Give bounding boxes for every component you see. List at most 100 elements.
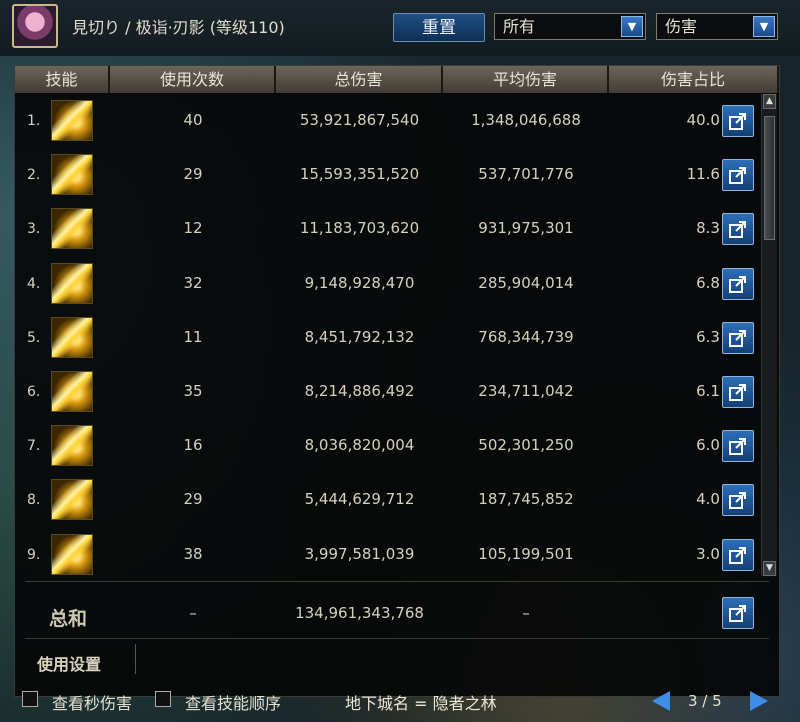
row-total-damage: 8,036,820,004: [304, 436, 415, 455]
row-share-button[interactable]: [722, 321, 754, 354]
row-avg-damage: 537,701,776: [478, 165, 574, 184]
row-share-button[interactable]: [722, 484, 754, 517]
row-rank: 2.: [27, 167, 41, 184]
row-avg-damage: 234,711,042: [478, 382, 574, 400]
share-icon: [729, 605, 746, 622]
row-rank: 9.: [27, 546, 41, 563]
row-avg-damage: 931,975,301: [478, 219, 574, 238]
footer-bar: 查看秒伤害 查看技能顺序 地下城名 = 隐者之林 3 / 5: [0, 683, 800, 722]
skill-order-checkbox[interactable]: [155, 691, 171, 707]
row-rank: 4.: [27, 275, 41, 292]
dungeon-name: 地下城名 = 隐者之林: [345, 694, 497, 713]
row-share-button[interactable]: [722, 430, 754, 463]
skill-icon: [51, 479, 93, 521]
skill-icon: [51, 316, 93, 358]
filter-dropdown[interactable]: 所有 ▼: [494, 13, 646, 40]
row-avg-damage: 105,199,501: [478, 544, 574, 563]
scrollbar[interactable]: ▲ ▼: [761, 94, 777, 576]
row-share-button[interactable]: [722, 267, 754, 300]
prev-page-icon[interactable]: [652, 691, 670, 711]
row-total-damage: 9,148,928,470: [304, 273, 415, 292]
character-portrait: [12, 4, 58, 48]
row-uses: 29: [183, 490, 203, 509]
scroll-thumb[interactable]: [764, 116, 775, 240]
skill-icon: [51, 533, 93, 575]
summary-total-damage: 134,961,343,768: [295, 604, 424, 622]
usage-settings-button[interactable]: 使用设置: [37, 651, 101, 675]
divider: [25, 638, 769, 639]
row-uses: 38: [183, 544, 203, 563]
table-row: 2. 29 15,593,351,520 537,701,776 11.6 %: [15, 148, 760, 202]
row-total-damage: 3,997,581,039: [304, 544, 415, 563]
table-row: 6. 35 8,214,886,492 234,711,042 6.1 %: [15, 365, 760, 419]
filter-dropdown-value: 所有: [503, 17, 536, 36]
type-dropdown[interactable]: 伤害 ▼: [656, 13, 778, 40]
row-damage-share: 6.1 %: [696, 382, 739, 400]
row-avg-damage: 187,745,852: [478, 490, 574, 509]
share-icon: [729, 221, 746, 239]
row-rank: 6.: [27, 384, 41, 400]
header-uses: 使用次数: [110, 66, 276, 93]
summary-avg-damage: –: [522, 604, 530, 622]
skill-icon: [51, 425, 93, 467]
row-avg-damage: 1,348,046,688: [471, 111, 581, 129]
summary-uses: –: [189, 604, 197, 622]
table-row: 5. 11 8,451,792,132 768,344,739 6.3 %: [15, 311, 760, 365]
scroll-down-icon[interactable]: ▼: [763, 561, 776, 576]
row-rank: 5.: [27, 329, 41, 346]
table-row: 1. 40 53,921,867,540 1,348,046,688 40.0 …: [15, 94, 760, 148]
row-rank: 7.: [27, 438, 41, 455]
row-damage-share: 6.3 %: [696, 327, 739, 346]
summary-share-button[interactable]: [722, 597, 754, 629]
table-row: 8. 29 5,444,629,712 187,745,852 4.0 %: [15, 473, 760, 527]
row-avg-damage: 285,904,014: [478, 273, 574, 292]
row-damage-share: 8.3 %: [696, 219, 739, 238]
share-icon: [729, 546, 746, 564]
summary-label: 总和: [49, 608, 88, 630]
row-rank: 8.: [27, 492, 41, 509]
scroll-up-icon[interactable]: ▲: [763, 94, 776, 109]
header-total-damage: 总伤害: [276, 66, 443, 93]
dps-checkbox[interactable]: [22, 691, 38, 707]
row-share-button[interactable]: [722, 376, 754, 408]
header-damage-share: 伤害占比: [609, 66, 779, 93]
page-indicator: 3 / 5: [688, 692, 722, 710]
table-row: 7. 16 8,036,820,004 502,301,250 6.0 %: [15, 419, 760, 473]
row-total-damage: 8,214,886,492: [304, 382, 415, 400]
share-icon: [729, 275, 746, 293]
type-dropdown-value: 伤害: [665, 17, 698, 36]
row-damage-share: 6.0 %: [696, 436, 739, 455]
share-icon: [729, 438, 746, 456]
table-header: 技能 使用次数 总伤害 平均伤害 伤害占比: [15, 66, 779, 93]
divider: [25, 581, 769, 582]
table-row: 3. 12 11,183,703,620 931,975,301 8.3 %: [15, 202, 760, 256]
table-row: 4. 32 9,148,928,470 285,904,014 6.8 %: [15, 257, 760, 311]
row-share-button[interactable]: [722, 105, 754, 137]
row-share-button[interactable]: [722, 159, 754, 192]
row-avg-damage: 768,344,739: [478, 327, 574, 346]
damage-stats-panel: 技能 使用次数 总伤害 平均伤害 伤害占比 1. 40 53,921,867,5…: [14, 65, 780, 697]
skill-icon: [51, 100, 93, 141]
row-uses: 32: [183, 273, 203, 292]
row-damage-share: 40.0 %: [686, 111, 739, 129]
player-title: 見切り / 极诣·刃影 (等级110): [72, 18, 285, 37]
share-icon: [729, 384, 746, 401]
row-share-button[interactable]: [722, 538, 754, 571]
top-bar: 見切り / 极诣·刃影 (等级110) 重置 所有 ▼ 伤害 ▼: [0, 0, 800, 56]
share-icon: [729, 167, 746, 185]
skill-order-checkbox-label: 查看技能顺序: [185, 694, 282, 713]
dps-checkbox-label: 查看秒伤害: [52, 694, 133, 713]
row-uses: 16: [183, 436, 203, 455]
reset-button[interactable]: 重置: [393, 13, 485, 42]
row-rank: 1.: [27, 113, 41, 129]
next-page-icon[interactable]: [750, 691, 768, 711]
row-share-button[interactable]: [722, 213, 754, 246]
row-damage-share: 11.6 %: [686, 165, 739, 184]
row-total-damage: 15,593,351,520: [299, 165, 420, 184]
chevron-down-icon[interactable]: ▼: [753, 16, 775, 37]
divider: [135, 644, 136, 674]
row-uses: 29: [183, 165, 203, 184]
row-total-damage: 8,451,792,132: [304, 327, 415, 346]
table-row: 9. 38 3,997,581,039 105,199,501 3.0 %: [15, 528, 760, 582]
chevron-down-icon[interactable]: ▼: [621, 16, 643, 37]
